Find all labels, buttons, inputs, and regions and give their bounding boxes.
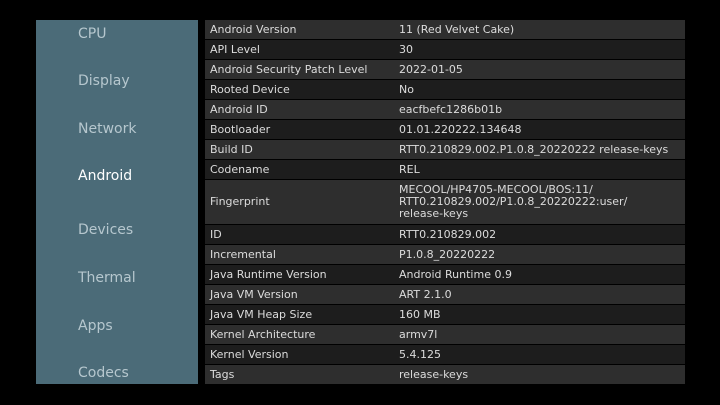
row-value: armv7l [399, 327, 438, 341]
table-row: Codename REL [205, 160, 685, 179]
row-value: 11 (Red Velvet Cake) [399, 22, 515, 36]
row-value: 160 MB [399, 307, 441, 321]
row-value: release-keys [399, 367, 469, 381]
row-value: MECOOL/HP4705-MECOOL/BOS:11/ RTT0.210829… [399, 183, 628, 220]
row-key: Android Version [210, 22, 297, 36]
sidebar-item-devices[interactable]: Devices [78, 222, 133, 238]
table-row: Java VM Version ART 2.1.0 [205, 285, 685, 304]
row-value: 30 [399, 42, 413, 56]
category-sidebar: CPU Display Network Android Devices Ther… [36, 20, 198, 384]
table-row: Kernel Architecture armv7l [205, 325, 685, 344]
row-value: P1.0.8_20220222 [399, 247, 496, 261]
table-row: Fingerprint MECOOL/HP4705-MECOOL/BOS:11/… [205, 180, 685, 224]
sidebar-item-android[interactable]: Android [78, 168, 132, 184]
row-key: Java VM Version [210, 287, 298, 301]
row-value: 5.4.125 [399, 347, 441, 361]
row-key: Incremental [210, 247, 276, 261]
row-value: eacfbefc1286b01b [399, 102, 503, 116]
row-key: ID [210, 227, 222, 241]
sidebar-item-apps[interactable]: Apps [78, 318, 113, 334]
sidebar-item-display[interactable]: Display [78, 73, 130, 89]
sidebar-item-network[interactable]: Network [78, 121, 136, 137]
row-key: Kernel Architecture [210, 327, 316, 341]
table-row: Rooted Device No [205, 80, 685, 99]
table-row: Incremental P1.0.8_20220222 [205, 245, 685, 264]
row-value: No [399, 82, 414, 96]
row-key: Java VM Heap Size [210, 307, 313, 321]
row-value: ART 2.1.0 [399, 287, 452, 301]
row-value: 01.01.220222.134648 [399, 122, 522, 136]
sidebar-item-codecs[interactable]: Codecs [78, 365, 129, 381]
row-key: Java Runtime Version [210, 267, 327, 281]
android-details-table[interactable]: Android Version 11 (Red Velvet Cake) API… [205, 20, 685, 384]
row-value: REL [399, 162, 420, 176]
row-key: API Level [210, 42, 260, 56]
sidebar-item-thermal[interactable]: Thermal [78, 270, 136, 286]
row-value: RTT0.210829.002.P1.0.8_20220222 release-… [399, 142, 669, 156]
table-row: Bootloader 01.01.220222.134648 [205, 120, 685, 139]
row-value: Android Runtime 0.9 [399, 267, 512, 281]
table-row: Android Security Patch Level 2022-01-05 [205, 60, 685, 79]
row-value: RTT0.210829.002 [399, 227, 497, 241]
table-row: Kernel Version 5.4.125 [205, 345, 685, 364]
row-key: Codename [210, 162, 270, 176]
row-key: Tags [210, 367, 235, 381]
table-row: Android ID eacfbefc1286b01b [205, 100, 685, 119]
table-row: Tags release-keys [205, 365, 685, 384]
row-value: 2022-01-05 [399, 62, 463, 76]
table-row: Android Version 11 (Red Velvet Cake) [205, 20, 685, 39]
table-row: API Level 30 [205, 40, 685, 59]
row-key: Build ID [210, 142, 253, 156]
table-row: Build ID RTT0.210829.002.P1.0.8_20220222… [205, 140, 685, 159]
sidebar-item-cpu[interactable]: CPU [78, 26, 106, 42]
row-key: Kernel Version [210, 347, 289, 361]
row-key: Fingerprint [210, 195, 270, 208]
table-row: ID RTT0.210829.002 [205, 225, 685, 244]
table-row: Java Runtime Version Android Runtime 0.9 [205, 265, 685, 284]
row-key: Rooted Device [210, 82, 290, 96]
row-key: Android Security Patch Level [210, 62, 368, 76]
row-key: Bootloader [210, 122, 271, 136]
row-key: Android ID [210, 102, 268, 116]
table-row: Java VM Heap Size 160 MB [205, 305, 685, 324]
